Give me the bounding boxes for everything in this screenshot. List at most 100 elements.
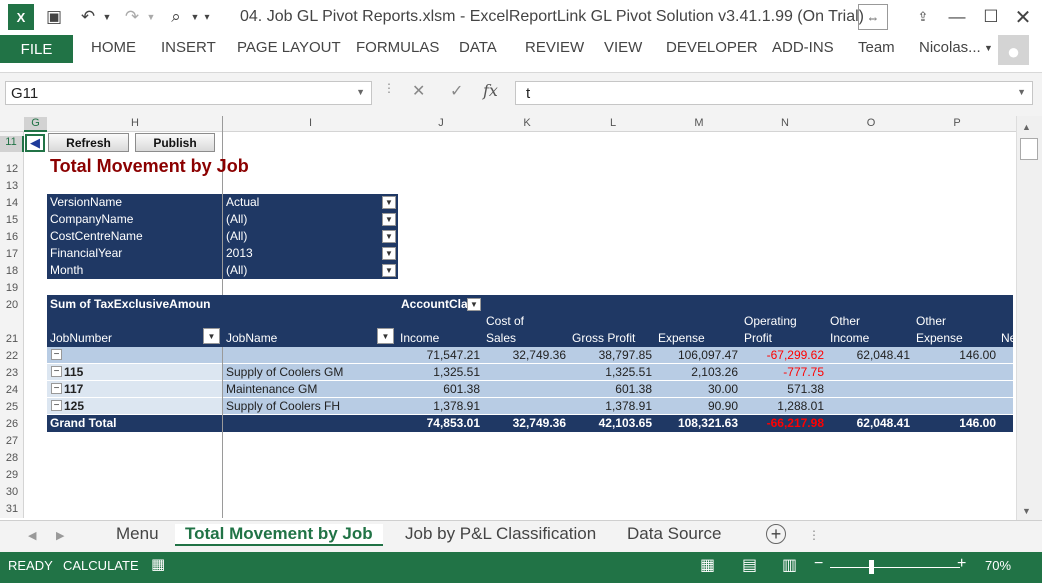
refresh-button[interactable]: Refresh	[48, 133, 129, 152]
row-header[interactable]: 12	[0, 163, 24, 175]
col-header-o[interactable]: O	[828, 117, 914, 129]
col-header-p[interactable]: P	[914, 117, 1000, 129]
ribbon-display-icon[interactable]: ⇪	[910, 4, 936, 30]
maximize-icon[interactable]: ☐	[978, 4, 1004, 30]
undo-dropdown-icon[interactable]: ▼	[100, 4, 114, 30]
publish-button[interactable]: Publish	[135, 133, 215, 152]
back-nav-button[interactable]: ◀	[25, 134, 45, 152]
page-break-view-icon[interactable]: ▥	[782, 555, 797, 575]
zoom-in-icon[interactable]: +	[957, 555, 966, 573]
vertical-scrollbar[interactable]: ▲ ▼	[1016, 116, 1042, 526]
redo-dropdown-icon[interactable]: ▼	[144, 4, 158, 30]
user-name[interactable]: Nicolas...	[919, 39, 981, 56]
expand-formula-icon[interactable]: ▼	[1017, 87, 1026, 97]
chevron-down-icon[interactable]: ▼	[356, 87, 365, 97]
tab-review[interactable]: REVIEW	[525, 39, 584, 56]
row-header[interactable]: 22	[0, 350, 24, 362]
col-header-g[interactable]: G	[24, 117, 47, 132]
sheet-tab-total-movement[interactable]: Total Movement by Job	[175, 524, 383, 546]
close-icon[interactable]: ✕	[1010, 4, 1036, 30]
collapse-icon[interactable]: −	[51, 383, 62, 394]
filter-value[interactable]: Actual	[223, 194, 398, 211]
tab-add-ins[interactable]: ADD-INS	[772, 39, 834, 56]
tab-page-layout[interactable]: PAGE LAYOUT	[237, 39, 341, 56]
name-box[interactable]: G11 ▼	[5, 81, 372, 105]
chevron-down-icon[interactable]: ▼	[377, 328, 394, 344]
fullscreen-icon[interactable]: ⇔	[858, 4, 888, 30]
row-header[interactable]: 25	[0, 401, 24, 413]
sheet-tab-menu[interactable]: Menu	[116, 524, 159, 544]
filter-value[interactable]: (All)	[223, 262, 398, 279]
row-header[interactable]: 21	[0, 333, 24, 345]
filter-value[interactable]: 2013	[223, 245, 398, 262]
file-tab[interactable]: FILE	[0, 35, 73, 63]
customize-toolbar-icon[interactable]: ▾	[200, 4, 214, 30]
avatar[interactable]: ●	[998, 35, 1029, 65]
col-header-n[interactable]: N	[742, 117, 828, 129]
filter-value[interactable]: (All)	[223, 211, 398, 228]
row-header[interactable]: 26	[0, 418, 24, 430]
save-icon[interactable]: ▣	[42, 4, 66, 30]
col-header-m[interactable]: M	[656, 117, 742, 129]
collapse-icon[interactable]: −	[51, 349, 62, 360]
row-header[interactable]: 24	[0, 384, 24, 396]
col-header-i[interactable]: I	[223, 117, 398, 129]
filter-applied-icon[interactable]: ▼	[382, 196, 396, 209]
filter-value[interactable]: (All)	[223, 228, 398, 245]
zoom-slider[interactable]	[830, 567, 960, 568]
row-header[interactable]: 16	[0, 231, 24, 243]
collapse-icon[interactable]: −	[51, 366, 62, 377]
col-header-h[interactable]: H	[47, 117, 223, 129]
chevron-down-icon[interactable]: ▼	[382, 264, 396, 277]
filter-applied-icon[interactable]: ▼	[467, 298, 481, 311]
scroll-thumb[interactable]	[1020, 138, 1038, 160]
row-header[interactable]: 14	[0, 197, 24, 209]
col-header-l[interactable]: L	[570, 117, 656, 129]
row-header[interactable]: 27	[0, 435, 24, 447]
row-header[interactable]: 29	[0, 469, 24, 481]
add-sheet-icon[interactable]: +	[766, 524, 786, 544]
insert-function-icon[interactable]: fx	[483, 81, 498, 100]
more-tabs-icon[interactable]: ⋮	[808, 528, 820, 542]
print-preview-icon[interactable]: ⌕	[164, 4, 188, 30]
row-header[interactable]: 30	[0, 486, 24, 498]
chevron-down-icon[interactable]: ▼	[382, 213, 396, 226]
tab-formulas[interactable]: FORMULAS	[356, 39, 439, 56]
redo-icon[interactable]: ↷	[120, 4, 144, 30]
row-header[interactable]: 15	[0, 214, 24, 226]
col-header-k[interactable]: K	[484, 117, 570, 129]
user-dropdown-icon[interactable]: ▼	[984, 43, 993, 53]
scroll-down-icon[interactable]: ▼	[1022, 506, 1031, 516]
chevron-down-icon[interactable]: ▼	[382, 230, 396, 243]
row-header[interactable]: 19	[0, 282, 24, 294]
tab-home[interactable]: HOME	[91, 39, 136, 56]
normal-view-icon[interactable]: ▦	[700, 555, 715, 575]
collapse-icon[interactable]: −	[51, 400, 62, 411]
zoom-level[interactable]: 70%	[985, 558, 1011, 573]
row-header[interactable]: 17	[0, 248, 24, 260]
tab-insert[interactable]: INSERT	[161, 39, 216, 56]
tab-scroll-right-icon[interactable]: ▶	[56, 529, 64, 542]
zoom-out-icon[interactable]: −	[814, 555, 823, 573]
tab-view[interactable]: VIEW	[604, 39, 642, 56]
scroll-up-icon[interactable]: ▲	[1022, 122, 1031, 132]
enter-icon[interactable]: ✓	[450, 81, 463, 101]
formula-input[interactable]: t ▼	[515, 81, 1033, 105]
macro-record-icon[interactable]: ▦	[151, 555, 165, 573]
chevron-down-icon[interactable]: ▼	[203, 328, 220, 344]
row-header[interactable]: 11	[0, 136, 24, 152]
page-layout-view-icon[interactable]: ▤	[742, 555, 757, 575]
sheet-tab-job-pl[interactable]: Job by P&L Classification	[405, 524, 596, 544]
filter-applied-icon[interactable]: ▼	[382, 247, 396, 260]
tab-team[interactable]: Team	[858, 39, 895, 56]
row-header[interactable]: 20	[0, 299, 24, 311]
row-header[interactable]: 31	[0, 503, 24, 515]
tab-scroll-left-icon[interactable]: ◀	[28, 529, 36, 542]
col-header-j[interactable]: J	[398, 117, 484, 129]
cancel-icon[interactable]: ✕	[412, 81, 425, 101]
zoom-slider-thumb[interactable]	[869, 560, 874, 574]
row-header[interactable]: 18	[0, 265, 24, 277]
minimize-icon[interactable]: —	[944, 4, 970, 30]
tab-developer[interactable]: DEVELOPER	[666, 39, 758, 56]
row-header[interactable]: 23	[0, 367, 24, 379]
